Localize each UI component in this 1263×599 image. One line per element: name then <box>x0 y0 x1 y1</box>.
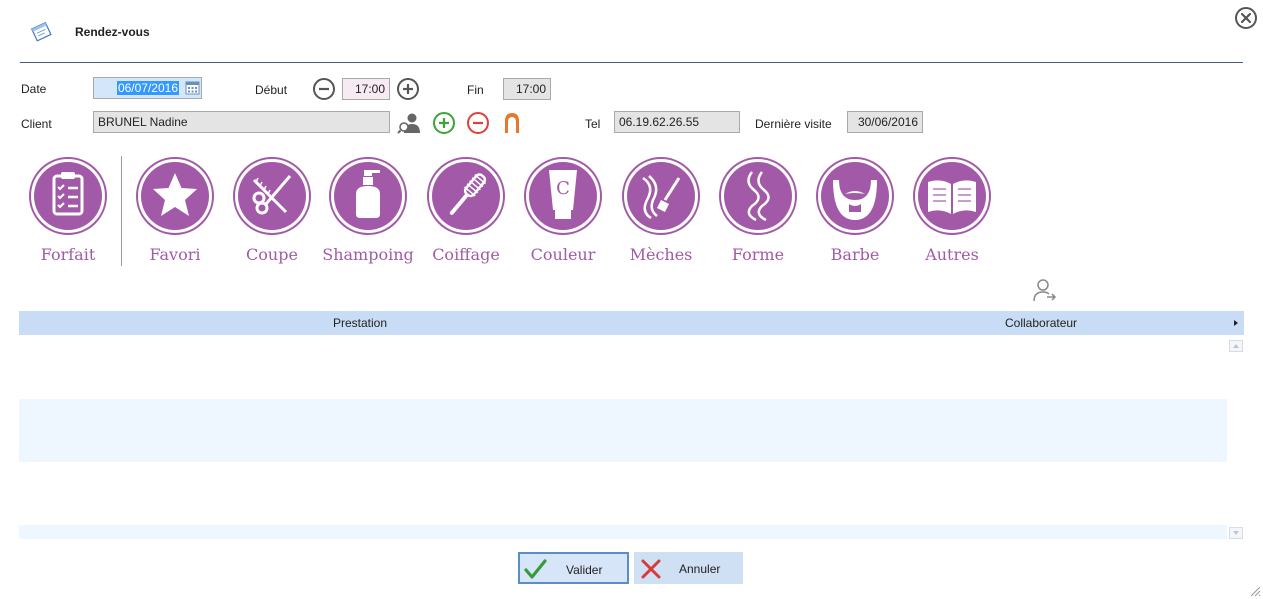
book-icon <box>913 157 991 235</box>
scroll-down-icon[interactable] <box>1229 527 1243 539</box>
checkmark-icon <box>524 559 547 579</box>
table-row[interactable] <box>19 399 1227 462</box>
beard-icon <box>816 157 894 235</box>
category-divider <box>121 156 122 266</box>
grid-header: Prestation Collaborateur <box>19 311 1244 335</box>
category-barbe[interactable]: Barbe <box>805 156 905 264</box>
derniere-visite-label: Dernière visite <box>755 117 832 131</box>
category-label: Coupe <box>246 245 298 264</box>
remove-client-icon[interactable] <box>466 111 490 135</box>
shampoo-bottle-icon <box>329 157 407 235</box>
curl-icon <box>719 157 797 235</box>
calendar-note-icon <box>30 21 52 42</box>
category-label: Favori <box>149 245 201 264</box>
derniere-visite-field: 30/06/2016 <box>847 111 923 133</box>
annuler-button[interactable]: Annuler <box>634 552 743 584</box>
scissors-comb-icon <box>233 157 311 235</box>
category-meches[interactable]: Mèches <box>611 156 711 264</box>
debut-time-field[interactable]: 17:00 <box>342 78 390 100</box>
svg-text:C: C <box>556 178 570 199</box>
hair-profile-icon[interactable] <box>502 111 522 135</box>
assign-collaborator-icon[interactable] <box>1031 277 1057 303</box>
category-label: Coiffage <box>432 245 500 264</box>
tel-field: 06.19.62.26.55 <box>614 111 740 133</box>
annuler-label: Annuler <box>679 562 721 576</box>
column-scroll-right-icon[interactable] <box>1233 319 1239 327</box>
star-icon <box>136 157 214 235</box>
scroll-up-icon[interactable] <box>1229 340 1243 352</box>
category-forfait[interactable]: Forfait <box>18 156 118 264</box>
valider-label: Valider <box>566 563 603 577</box>
column-header-prestation[interactable]: Prestation <box>333 316 387 330</box>
date-value: 06/07/2016 <box>116 81 179 95</box>
category-label: Mèches <box>629 245 693 264</box>
date-label: Date <box>21 82 47 96</box>
category-favori[interactable]: Favori <box>125 156 225 264</box>
resize-grip-icon[interactable] <box>1249 585 1261 597</box>
client-field[interactable]: BRUNEL Nadine <box>93 111 390 133</box>
category-label: Couleur <box>530 245 596 264</box>
color-tube-icon: C <box>524 157 602 235</box>
category-couleur[interactable]: C Couleur <box>513 156 613 264</box>
time-minus-icon[interactable] <box>312 77 336 101</box>
calendar-icon[interactable] <box>185 80 200 95</box>
add-client-icon[interactable] <box>432 111 456 135</box>
category-autres[interactable]: Autres <box>902 156 1002 264</box>
highlight-brush-icon <box>622 157 700 235</box>
client-search-icon[interactable] <box>397 112 423 134</box>
close-icon[interactable] <box>1234 6 1258 30</box>
category-label: Autres <box>925 245 979 264</box>
category-label: Barbe <box>830 245 880 264</box>
time-plus-icon[interactable] <box>396 77 420 101</box>
column-header-collaborateur[interactable]: Collaborateur <box>1005 316 1077 330</box>
tel-label: Tel <box>585 117 601 131</box>
category-label: Forme <box>731 245 785 264</box>
category-forme[interactable]: Forme <box>708 156 808 264</box>
hairbrush-icon <box>427 157 505 235</box>
clipboard-checklist-icon <box>29 157 107 235</box>
table-row[interactable] <box>19 336 1227 399</box>
category-shampoing[interactable]: Shampoing <box>318 156 418 264</box>
valider-button[interactable]: Valider <box>518 552 629 584</box>
fin-label: Fin <box>467 83 484 97</box>
category-label: Shampoing <box>322 245 414 264</box>
fin-time-field: 17:00 <box>503 78 551 100</box>
table-row[interactable] <box>19 462 1227 525</box>
page-title: Rendez-vous <box>75 25 150 39</box>
table-row[interactable] <box>19 525 1227 539</box>
title-divider <box>20 62 1243 63</box>
category-coupe[interactable]: Coupe <box>222 156 322 264</box>
category-label: Forfait <box>40 245 96 264</box>
client-label: Client <box>21 117 52 131</box>
category-coiffage[interactable]: Coiffage <box>416 156 516 264</box>
debut-label: Début <box>255 83 288 97</box>
cross-icon <box>641 559 661 579</box>
